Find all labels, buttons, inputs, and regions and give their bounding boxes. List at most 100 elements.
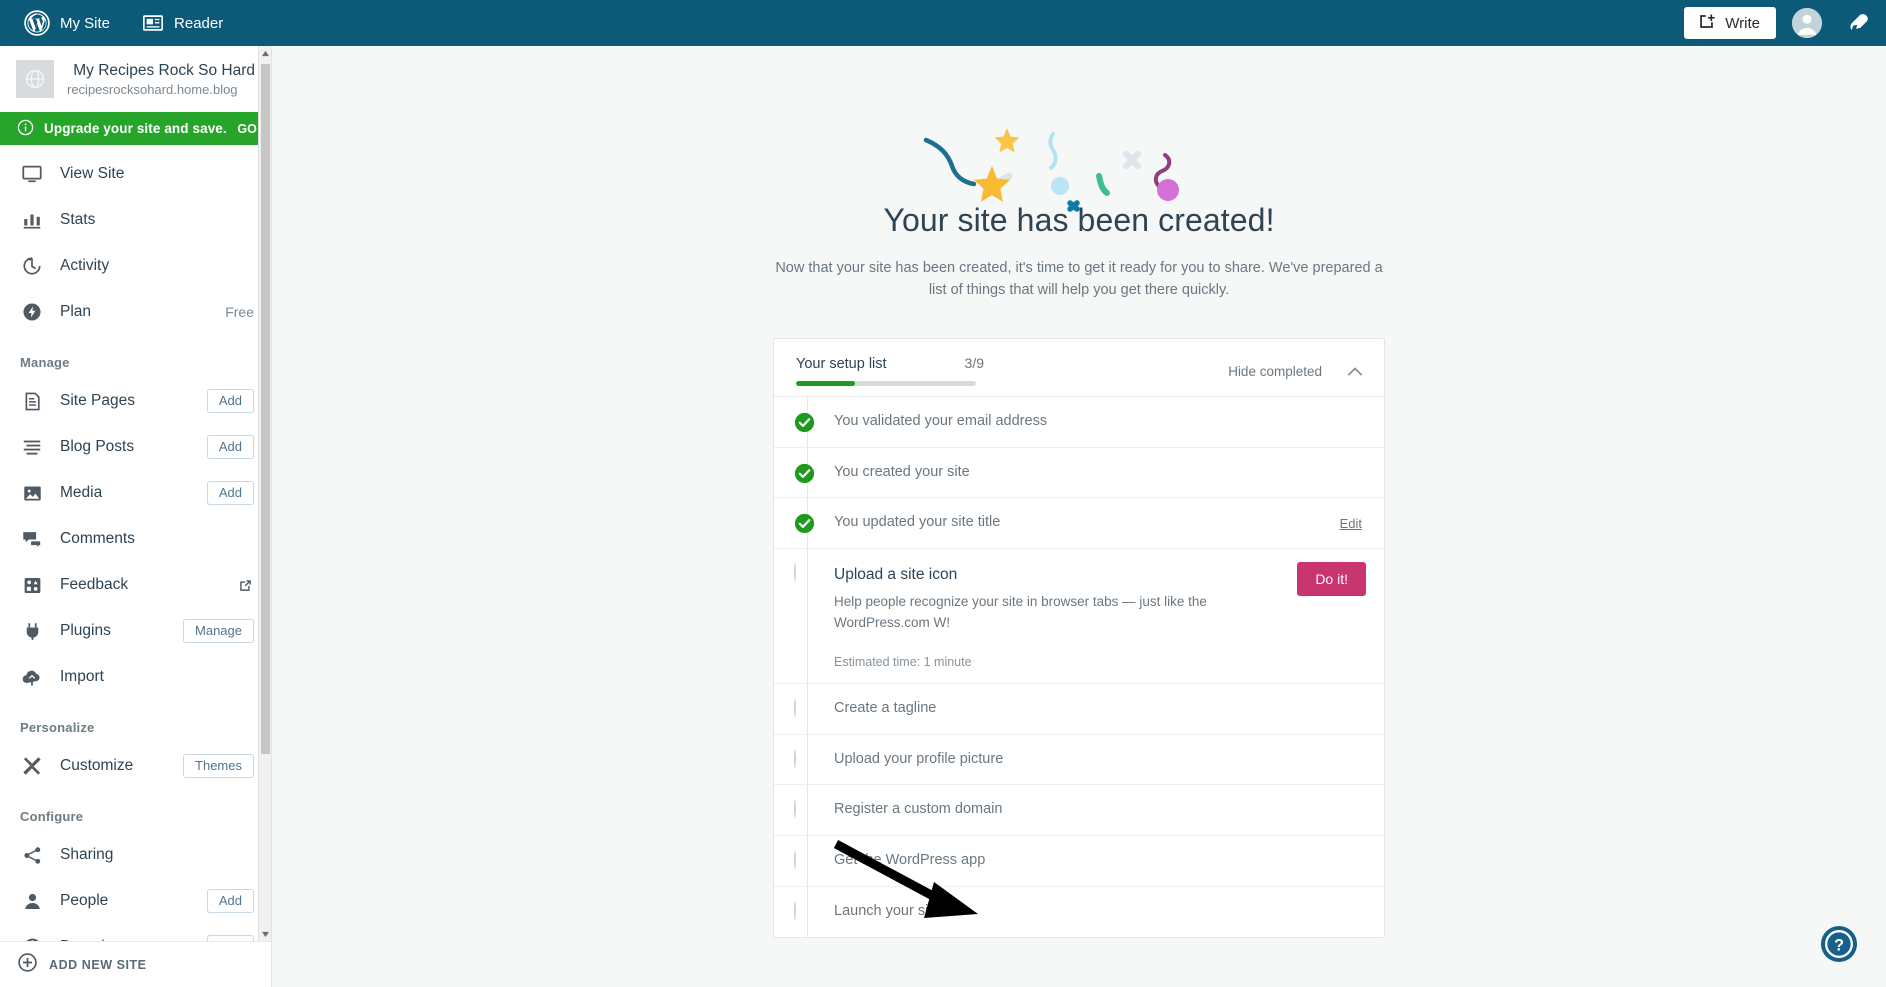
svg-text:?: ? (1834, 937, 1844, 955)
sidebar-item-label: Plan (60, 303, 92, 320)
sidebar-heading-manage: Manage (20, 355, 70, 370)
setup-task-row[interactable]: Upload your profile picture (774, 733, 1384, 785)
sidebar-manage-plugins-button[interactable]: Manage (183, 618, 254, 644)
setup-task-row[interactable]: You updated your site title Edit (774, 497, 1384, 549)
hide-completed-toggle[interactable]: Hide completed (1228, 364, 1340, 379)
task-status-complete (794, 513, 816, 535)
masterbar-reader[interactable]: Reader (126, 0, 239, 46)
setup-task-row[interactable]: Launch your site (774, 885, 1384, 937)
external-link-icon[interactable] (236, 576, 254, 594)
task-status-incomplete (794, 697, 816, 721)
sidebar-item-view-site[interactable]: View Site (0, 151, 271, 197)
sidebar-item-feedback[interactable]: Feedback (0, 562, 271, 608)
sidebar-item-import[interactable]: Import (0, 654, 271, 700)
setup-header-actions: Hide completed (1228, 355, 1384, 387)
site-title-row: My Recipes Rock So Hard (67, 62, 255, 80)
task-body: You validated your email address (834, 397, 1366, 447)
setup-task-row[interactable]: Create a tagline (774, 682, 1384, 734)
comment-bubbles-icon (20, 527, 44, 551)
scroll-up-arrow-icon[interactable] (259, 46, 271, 60)
task-edit-link[interactable]: Edit (1336, 516, 1366, 531)
sidebar-item-people[interactable]: People Add (0, 878, 271, 924)
setup-list-count: 3/9 (964, 354, 984, 371)
setup-progress-row: Your setup list 3/9 (796, 355, 984, 372)
task-body: You created your site (834, 448, 1366, 498)
setup-task-row[interactable]: Upload a site icon Help people recognize … (774, 548, 1384, 683)
sidebar-item-site-pages[interactable]: Site Pages Add (0, 378, 271, 424)
sidebar-item-blog-posts[interactable]: Blog Posts Add (0, 424, 271, 470)
sidebar-heading-configure: Configure (20, 809, 84, 824)
setup-task-row[interactable]: You validated your email address (774, 396, 1384, 447)
task-body: Upload your profile picture (834, 735, 1366, 785)
notifications-button[interactable] (1846, 10, 1872, 36)
sidebar-item-customize[interactable]: Customize Themes (0, 743, 271, 789)
sidebar-nav: View Site Stats Activity Plan Free Manag… (0, 145, 271, 941)
add-new-site-label: ADD NEW SITE (49, 957, 147, 972)
check-circle-icon (794, 514, 815, 534)
sidebar-item-activity[interactable]: Activity (0, 243, 271, 289)
task-title: Upload your profile picture (834, 750, 1004, 767)
collapse-setup-list-button[interactable] (1340, 357, 1370, 387)
sidebar-item-plugins[interactable]: Plugins Manage (0, 608, 271, 654)
plug-icon (20, 619, 44, 643)
plus-circle-icon (17, 952, 38, 978)
task-title: Launch your site (834, 902, 941, 919)
sidebar-add-domains-button[interactable]: Add (206, 934, 254, 941)
sidebar-item-label: Sharing (60, 846, 114, 863)
task-status-incomplete (794, 900, 816, 924)
sidebar-item-label: Blog Posts (60, 438, 135, 455)
sidebar-add-media-button[interactable]: Add (206, 480, 254, 506)
cloud-upload-icon (20, 665, 44, 689)
check-circle-icon (794, 463, 815, 483)
sidebar-item-stats[interactable]: Stats (0, 197, 271, 243)
sidebar-item-comments[interactable]: Comments (0, 516, 271, 562)
sidebar-themes-button[interactable]: Themes (183, 753, 254, 779)
sidebar-add-site-pages-button[interactable]: Add (206, 388, 254, 414)
sidebar-item-domains[interactable]: Domains Add (0, 924, 271, 941)
setup-progress-bar (796, 380, 976, 386)
sidebar-add-people-button[interactable]: Add (206, 888, 254, 914)
sidebar-scrollbar-thumb[interactable] (261, 64, 270, 754)
monitor-icon (20, 162, 44, 186)
page-subtitle: Now that your site has been created, it'… (775, 260, 1383, 299)
upgrade-banner[interactable]: Upgrade your site and save. GO (0, 112, 271, 145)
task-do-it-button[interactable]: Do it! (1297, 562, 1366, 597)
setup-task-row[interactable]: You created your site (774, 446, 1384, 498)
write-button[interactable]: Write (1684, 7, 1776, 39)
sidebar-scrollbar[interactable] (258, 46, 271, 941)
scroll-down-arrow-icon[interactable] (259, 927, 271, 941)
task-body: You updated your site title (834, 498, 1336, 548)
celebration-header (272, 46, 1886, 212)
sidebar-site-header[interactable]: My Recipes Rock So Hard recipesrocksohar… (0, 46, 271, 112)
masterbar-reader-label: Reader (174, 14, 224, 32)
sidebar-item-sharing[interactable]: Sharing (0, 832, 271, 878)
task-description: Help people recognize your site in brows… (834, 594, 1207, 630)
task-title: Register a custom domain (834, 801, 1003, 818)
sidebar-add-blog-posts-button[interactable]: Add (206, 434, 254, 460)
help-button[interactable]: ? (1820, 925, 1858, 963)
upgrade-banner-go[interactable]: GO (237, 122, 257, 136)
masterbar-my-site[interactable]: My Site (8, 0, 126, 46)
setup-list-card: Your setup list 3/9 Hide completed You v… (773, 337, 1385, 938)
sidebar-item-label: Activity (60, 257, 110, 274)
task-title: You updated your site title (834, 514, 1001, 531)
person-icon (20, 889, 44, 913)
posts-list-icon (20, 435, 44, 459)
avatar[interactable] (1792, 8, 1822, 38)
site-thumbnail (16, 60, 54, 98)
chevron-up-icon (1347, 367, 1363, 376)
sidebar-scroll-area: My Recipes Rock So Hard recipesrocksohar… (0, 46, 271, 941)
celebration-confetti-illustration (923, 128, 1179, 212)
sidebar-item-plan[interactable]: Plan Free (0, 289, 271, 335)
stats-bar-icon (20, 208, 44, 232)
sidebar: My Recipes Rock So Hard recipesrocksohar… (0, 46, 272, 987)
setup-task-row[interactable]: Get the WordPress app (774, 835, 1384, 886)
sidebar-item-media[interactable]: Media Add (0, 470, 271, 516)
plan-badge-icon (20, 300, 44, 324)
sidebar-item-label: Site Pages (60, 392, 135, 409)
write-button-label: Write (1725, 14, 1760, 32)
wordpress-dashboard: My Site Reader Write My Recipes Rock So … (0, 0, 1886, 987)
sidebar-item-label: Import (60, 668, 104, 685)
setup-task-row[interactable]: Register a custom domain (774, 784, 1384, 836)
add-new-site-button[interactable]: ADD NEW SITE (0, 941, 271, 987)
